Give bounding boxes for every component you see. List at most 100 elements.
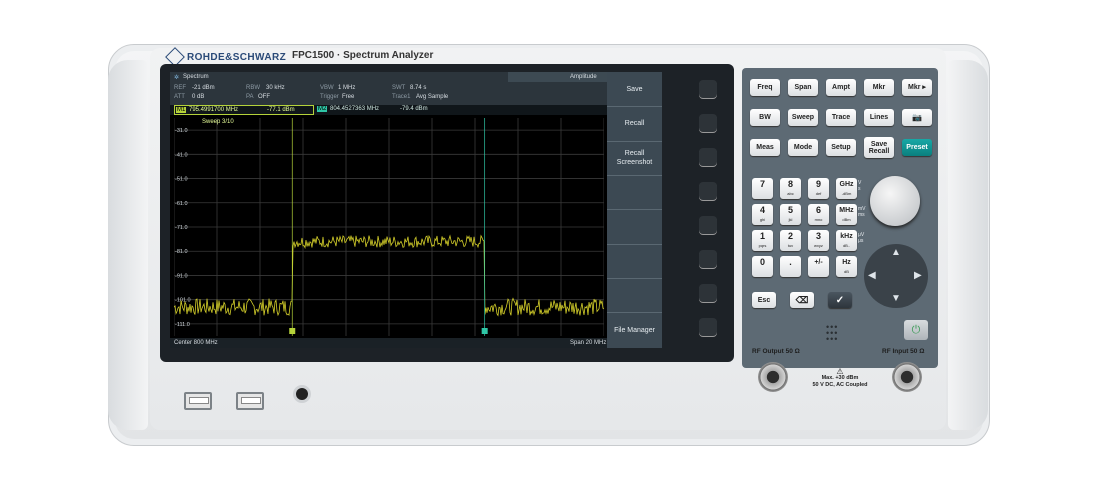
softkey-hard-button-6[interactable] <box>699 250 717 268</box>
key-digit-4[interactable]: 4 ghi <box>752 204 773 225</box>
marker-m1-box[interactable]: M1 795.4991700 MHz -77.1 dBm <box>174 105 314 115</box>
arrow-left-icon[interactable]: ◀ <box>868 270 876 281</box>
softkey-hard-button-8[interactable] <box>699 318 717 336</box>
softkey-recall[interactable]: Recall <box>607 106 662 142</box>
key-digit-8[interactable]: 8 abc <box>780 178 801 199</box>
spectrum-plot[interactable]: -31.0 -41.0 -51.0 -61.0 -71.0 -81.0 -91.0 -101.… <box>174 118 604 336</box>
softkey-hard-button-4[interactable] <box>699 182 717 200</box>
softkey-7[interactable] <box>607 278 662 313</box>
mode-tab[interactable]: Amplitude <box>508 72 607 82</box>
marker-m2-box[interactable]: M2 804.4527363 MHz -79.4 dBm <box>316 105 456 115</box>
softkey-4[interactable] <box>607 175 662 210</box>
y-tick-label: -81.0 <box>175 249 188 255</box>
param-att-label: ATT <box>174 94 185 100</box>
key-digit-kHz[interactable]: kHz dB.. <box>836 230 857 251</box>
param-pa-value: OFF <box>258 94 270 100</box>
key-digit-1[interactable]: 1 pqrs <box>752 230 773 251</box>
key-digit-7[interactable]: 7 <box>752 178 773 199</box>
param-trace-value: Avg Sample <box>416 94 449 100</box>
softkey-hard-button-5[interactable] <box>699 216 717 234</box>
mode-label: Amplitude <box>570 74 597 80</box>
softkey-save[interactable]: Save <box>607 72 662 107</box>
key-save-recall[interactable]: Save Recall <box>864 137 894 158</box>
rf-warning: ⚠ Max. +30 dBm 50 V DC, AC Coupled <box>800 368 880 389</box>
param-ref-value: -21 dBm <box>192 85 215 91</box>
key-digit-sign[interactable]: +/- <box>808 256 829 277</box>
key-digit-5[interactable]: 5 jkl <box>780 204 801 225</box>
headphone-jack[interactable] <box>296 388 308 400</box>
handle-right <box>948 60 988 430</box>
arrow-up-icon[interactable]: ▲ <box>891 247 901 258</box>
param-trace-label: Trace1 <box>392 94 411 100</box>
key-digit-6[interactable]: 6 mno <box>808 204 829 225</box>
key-digit-Hz[interactable]: Hz dB <box>836 256 857 277</box>
rf-input-connector[interactable] <box>892 362 922 392</box>
unit-label-mv-ms: mV ms <box>858 206 866 218</box>
marker-m1-line-handle[interactable] <box>289 328 296 334</box>
arrow-down-icon[interactable]: ▼ <box>891 293 901 304</box>
rf-output-connector[interactable] <box>758 362 788 392</box>
usb-port-2[interactable] <box>236 392 264 410</box>
softkey-file-manager[interactable]: File Manager <box>607 312 662 348</box>
key-sweep[interactable]: Sweep <box>788 109 818 126</box>
param-pa-label: PA <box>246 94 254 100</box>
display-header: ✲ Spectrum Amplitude REF -21 dBm ATT 0 d… <box>170 72 607 106</box>
y-tick-label: -111.0 <box>175 322 190 328</box>
key-trace[interactable]: Trace <box>826 109 856 126</box>
key-digit-GHz[interactable]: GHz -dBm <box>836 178 857 199</box>
speaker-grille-icon: ••• ••• ••• <box>826 322 839 344</box>
key-span[interactable]: Span <box>788 79 818 96</box>
key-digit-9[interactable]: 9 def <box>808 178 829 199</box>
marker-m1-freq: 795.4991700 MHz <box>189 107 239 113</box>
center-freq: Center 800 MHz <box>174 340 218 346</box>
key-digit-2[interactable]: 2 tuv <box>780 230 801 251</box>
softkey-hard-button-7[interactable] <box>699 284 717 302</box>
power-button[interactable]: ⏻ <box>904 320 928 340</box>
span-freq: Span 20 MHz <box>570 340 607 346</box>
rotary-knob[interactable] <box>870 176 920 226</box>
softkey-hard-button-2[interactable] <box>699 114 717 132</box>
softkey-recall-screenshot[interactable]: Recall Screenshot <box>607 141 662 176</box>
marker-m2-line-handle[interactable] <box>481 328 488 334</box>
param-ref-label: REF <box>174 85 186 91</box>
display-footer: Center 800 MHz Span 20 MHz <box>170 338 607 348</box>
backspace-icon[interactable]: ⌫ <box>790 292 814 308</box>
warning-line-1: Max. +30 dBm <box>821 375 859 381</box>
softkey-hard-button-1[interactable] <box>699 80 717 98</box>
key-digit-sign[interactable]: . <box>780 256 801 277</box>
enter-check-icon[interactable]: ✓ <box>828 292 852 308</box>
app-title: Spectrum <box>183 74 209 80</box>
brand-logo: ROHDE&SCHWARZ <box>165 47 286 67</box>
softkey-6[interactable] <box>607 244 662 279</box>
param-swt-value: 8.74 s <box>410 85 427 91</box>
marker-m1-id: M1 <box>176 107 187 113</box>
key-mkr[interactable]: Mkr <box>864 79 894 96</box>
key-bw[interactable]: BW <box>750 109 780 126</box>
key-preset[interactable]: Preset <box>902 139 932 156</box>
param-vbw-label: VBW <box>320 85 334 91</box>
key-meas[interactable]: Meas <box>750 139 780 156</box>
softkey-5[interactable] <box>607 209 662 245</box>
key-digit-0[interactable]: 0 <box>752 256 773 277</box>
camera-icon[interactable]: 📷 <box>902 109 932 126</box>
y-tick-label: -91.0 <box>175 273 188 279</box>
softkey-hard-button-3[interactable] <box>699 148 717 166</box>
param-att-value: 0 dB <box>192 94 205 100</box>
key-esc[interactable]: Esc <box>752 292 776 308</box>
key-lines[interactable]: Lines <box>864 109 894 126</box>
arrow-right-icon[interactable]: ▶ <box>914 270 922 281</box>
key-ampt[interactable]: Ampt <box>826 79 856 96</box>
key-mode[interactable]: Mode <box>788 139 818 156</box>
key-mkr-arrow[interactable]: Mkr ▸ <box>902 79 932 96</box>
warning-icon: ⚠ <box>836 367 844 376</box>
warning-line-2: 50 V DC, AC Coupled <box>812 382 868 388</box>
param-rbw-label: RBW <box>246 85 260 91</box>
marker-row: M1 795.4991700 MHz -77.1 dBm M2 804.4527… <box>170 105 607 115</box>
key-setup[interactable]: Setup <box>826 139 856 156</box>
y-tick-label: -71.0 <box>175 225 188 231</box>
unit-label-uv-us: μV μs <box>858 232 865 244</box>
key-digit-3[interactable]: 3 wxyz <box>808 230 829 251</box>
key-digit-MHz[interactable]: MHz dBm <box>836 204 857 225</box>
usb-port-1[interactable] <box>184 392 212 410</box>
key-freq[interactable]: Freq <box>750 79 780 96</box>
